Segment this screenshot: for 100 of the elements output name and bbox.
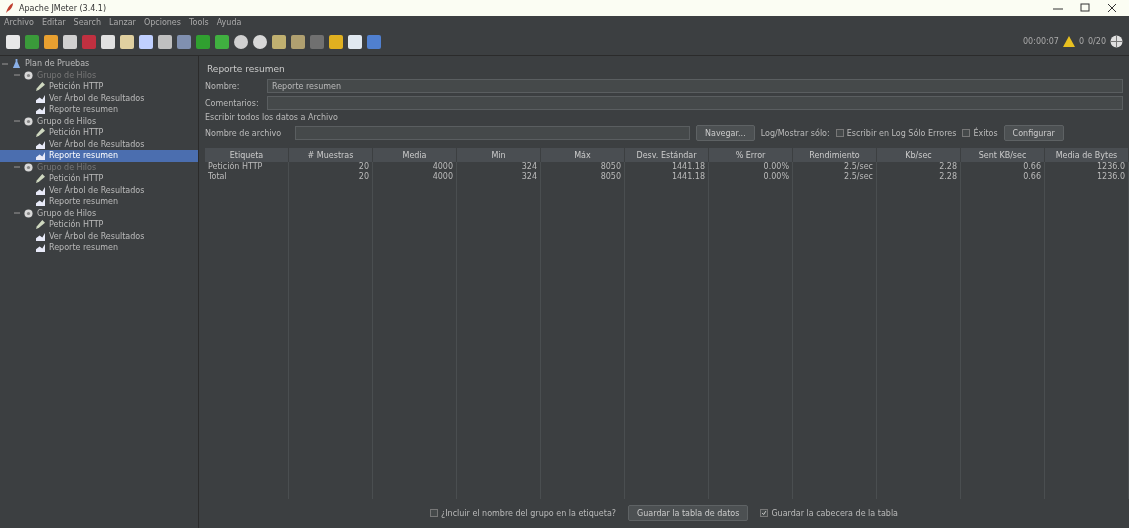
column-header[interactable]: % Error	[709, 148, 793, 162]
checkbox[interactable]: ¿Incluir el nombre del grupo en la etiqueta?	[430, 508, 617, 518]
tree-label: Grupo de Hilos	[37, 208, 97, 218]
table-cell: 0.66	[961, 162, 1045, 172]
table-cell: 20	[289, 162, 373, 172]
window-title: Apache JMeter (3.4.1)	[19, 3, 107, 13]
tree-item[interactable]: Reporte resumen	[0, 150, 198, 162]
menu-item[interactable]: Opciones	[143, 17, 181, 27]
table-cell: 1441.18	[625, 172, 709, 182]
pencil-icon	[36, 82, 45, 92]
column-header[interactable]: Desv. Estándar	[625, 148, 709, 162]
tree-item[interactable]: Petición HTTP	[0, 173, 198, 185]
field-label: Comentarios:	[205, 98, 260, 108]
menu-item[interactable]: Lanzar	[109, 17, 136, 27]
flask-icon	[12, 59, 21, 69]
tree-item[interactable]: Petición HTTP	[0, 219, 198, 231]
empty-box-icon[interactable]	[430, 509, 438, 517]
column-header[interactable]: Media de Bytes	[1045, 148, 1129, 162]
column-header[interactable]: Kb/sec	[877, 148, 961, 162]
tree-item[interactable]: Grupo de Hilos	[0, 207, 198, 219]
pencil-icon	[36, 174, 45, 184]
expander-icon[interactable]	[14, 72, 20, 79]
tree-item[interactable]: Petición HTTP	[0, 81, 198, 93]
table-cell: 0.00%	[709, 162, 793, 172]
column-header[interactable]: Máx	[541, 148, 625, 162]
pencil-icon	[36, 220, 45, 230]
tree-label: Reporte resumen	[49, 105, 119, 115]
tree-item[interactable]: Reporte resumen	[0, 196, 198, 208]
name-field[interactable]: Reporte resumen	[267, 79, 1123, 93]
tree-item[interactable]: Plan de Pruebas	[0, 58, 198, 70]
column-header[interactable]: Sent KB/sec	[961, 148, 1045, 162]
tree-item[interactable]: Grupo de Hilos	[0, 115, 198, 127]
tree-label: Reporte resumen	[49, 151, 119, 161]
feather-icon	[6, 3, 14, 13]
thread-count: 0/20	[1088, 37, 1106, 46]
tree-item[interactable]: Ver Árbol de Resultados	[0, 138, 198, 150]
tree-label: Ver Árbol de Resultados	[49, 139, 145, 149]
filename-field[interactable]	[295, 126, 690, 140]
tree-label: Petición HTTP	[49, 174, 104, 184]
tree-label: Ver Árbol de Resultados	[49, 93, 145, 103]
configure-button[interactable]: Configurar	[1003, 125, 1064, 141]
tree-label: Reporte resumen	[49, 243, 119, 253]
pencil-icon	[36, 128, 45, 138]
checkbox[interactable]: Éxitos	[962, 128, 998, 138]
tree-label: Plan de Pruebas	[25, 59, 90, 69]
tree-label: Ver Árbol de Resultados	[49, 231, 145, 241]
table-cell: 8050	[541, 172, 625, 182]
table-cell: Total	[205, 172, 289, 182]
checkbox[interactable]: Guardar la cabecera de la tabla	[760, 508, 898, 518]
table-cell: 20	[289, 172, 373, 182]
table-cell: 0.00%	[709, 172, 793, 182]
field-label: Nombre:	[205, 81, 241, 91]
tree-item[interactable]: Reporte resumen	[0, 242, 198, 254]
tree-label: Petición HTTP	[49, 82, 104, 92]
menu-item[interactable]: Ayuda	[216, 17, 242, 27]
save-table-button[interactable]: Guardar la tabla de datos	[628, 505, 749, 521]
tree-label: Ver Árbol de Resultados	[49, 185, 145, 195]
column-header[interactable]: # Muestras	[289, 148, 373, 162]
empty-box-icon[interactable]	[835, 129, 844, 137]
expander-icon[interactable]	[14, 164, 20, 171]
tree-item[interactable]: Reporte resumen	[0, 104, 198, 116]
section-label: Escribir todos los datos a Archivo	[205, 113, 338, 122]
menu-item[interactable]: Archivo	[4, 17, 34, 27]
timer: 00:00:07	[1023, 37, 1059, 46]
tree-item[interactable]: Ver Árbol de Resultados	[0, 184, 198, 196]
tree-item[interactable]: Ver Árbol de Resultados	[0, 230, 198, 242]
table-cell: 324	[457, 172, 541, 182]
table-cell: 2.28	[877, 172, 961, 182]
empty-box-icon[interactable]	[962, 129, 971, 137]
error-count: 0	[1078, 37, 1085, 46]
browse-button[interactable]: Navegar...	[696, 125, 755, 141]
table-cell: 2.28	[877, 162, 961, 172]
warning-icon[interactable]	[1062, 36, 1075, 47]
table-cell: 2.5/sec	[793, 162, 877, 172]
menu-item[interactable]: Tools	[188, 17, 209, 27]
checkbox[interactable]: Escribir en Log Sólo Errores	[835, 128, 957, 138]
expander-icon[interactable]	[2, 60, 8, 67]
column-header[interactable]: Rendimiento	[793, 148, 877, 162]
menu-item[interactable]: Search	[73, 17, 102, 27]
column-header[interactable]: Etiqueta	[205, 148, 289, 162]
column-header[interactable]: Min	[457, 148, 541, 162]
table-cell: 8050	[541, 162, 625, 172]
table-cell: 2.5/sec	[793, 172, 877, 182]
menu-item[interactable]: Editar	[41, 17, 66, 27]
checked-box-icon[interactable]	[760, 509, 769, 517]
circle-icon[interactable]	[234, 34, 248, 49]
tree-item[interactable]: Petición HTTP	[0, 127, 198, 139]
circle-icon[interactable]	[253, 34, 267, 49]
expander-icon[interactable]	[14, 118, 20, 125]
tree-label: Petición HTTP	[49, 128, 104, 138]
tree-label: Petición HTTP	[49, 220, 104, 230]
comments-field[interactable]	[267, 96, 1123, 110]
table-cell: 1236.0	[1045, 162, 1129, 172]
column-header[interactable]: Media	[373, 148, 457, 162]
tree-item[interactable]: Ver Árbol de Resultados	[0, 92, 198, 104]
log-label: Log/Mostrar sólo:	[760, 128, 830, 138]
panel-title: Reporte resumen	[206, 63, 286, 76]
table-cell: 1441.18	[625, 162, 709, 172]
field-label: Nombre de archivo	[205, 128, 283, 138]
expander-icon[interactable]	[14, 210, 20, 217]
